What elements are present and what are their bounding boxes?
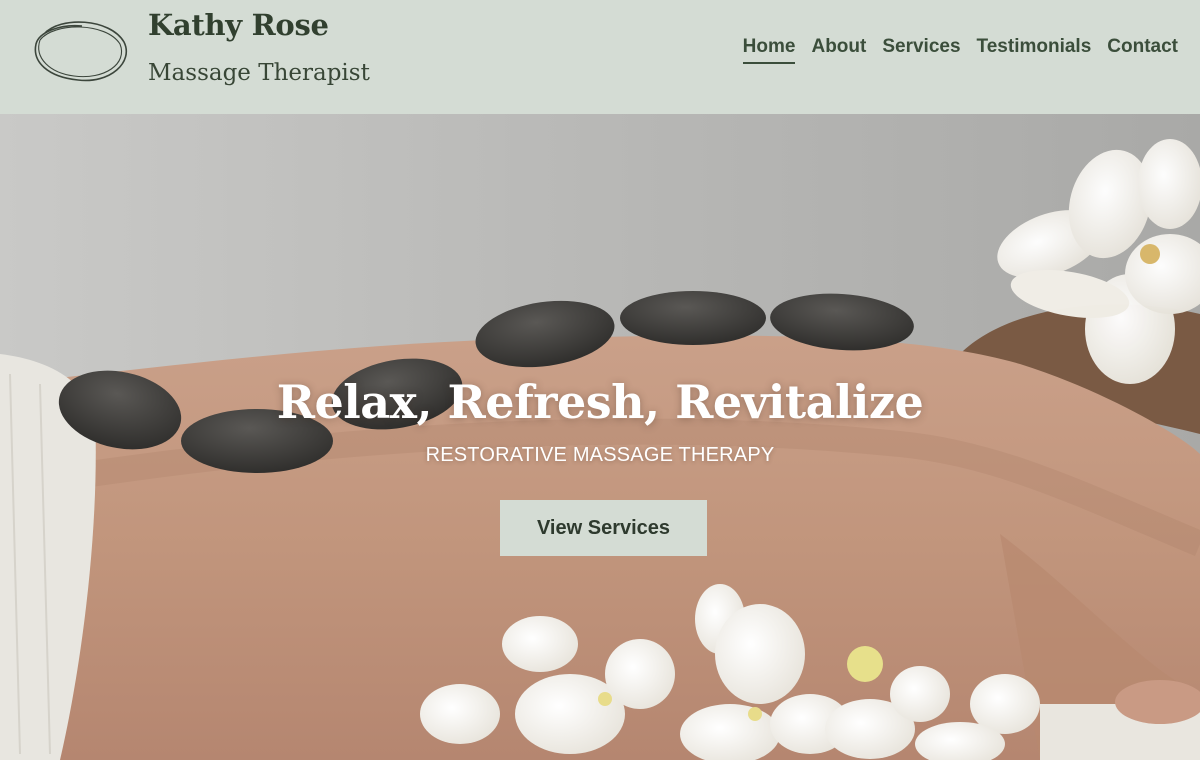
oval-scribble-logo-icon[interactable] bbox=[30, 14, 130, 86]
nav-testimonials[interactable]: Testimonials bbox=[977, 36, 1092, 64]
nav-home[interactable]: Home bbox=[742, 36, 796, 64]
view-services-button[interactable]: View Services bbox=[500, 500, 707, 556]
main-nav: Home About Services Testimonials Contact bbox=[742, 36, 1178, 64]
hero-subtitle: RESTORATIVE MASSAGE THERAPY bbox=[425, 444, 775, 466]
hero-background-image bbox=[0, 114, 1200, 760]
hero-title: Relax, Refresh, Revitalize bbox=[276, 374, 924, 429]
nav-about[interactable]: About bbox=[811, 36, 866, 64]
site-header: Kathy Rose Massage Therapist Home About … bbox=[0, 0, 1200, 114]
nav-services[interactable]: Services bbox=[882, 36, 960, 64]
nav-contact[interactable]: Contact bbox=[1107, 36, 1178, 64]
brand-name[interactable]: Kathy Rose bbox=[148, 8, 329, 42]
hero-section: Relax, Refresh, Revitalize RESTORATIVE M… bbox=[0, 114, 1200, 760]
brand-subtitle: Massage Therapist bbox=[148, 60, 370, 86]
